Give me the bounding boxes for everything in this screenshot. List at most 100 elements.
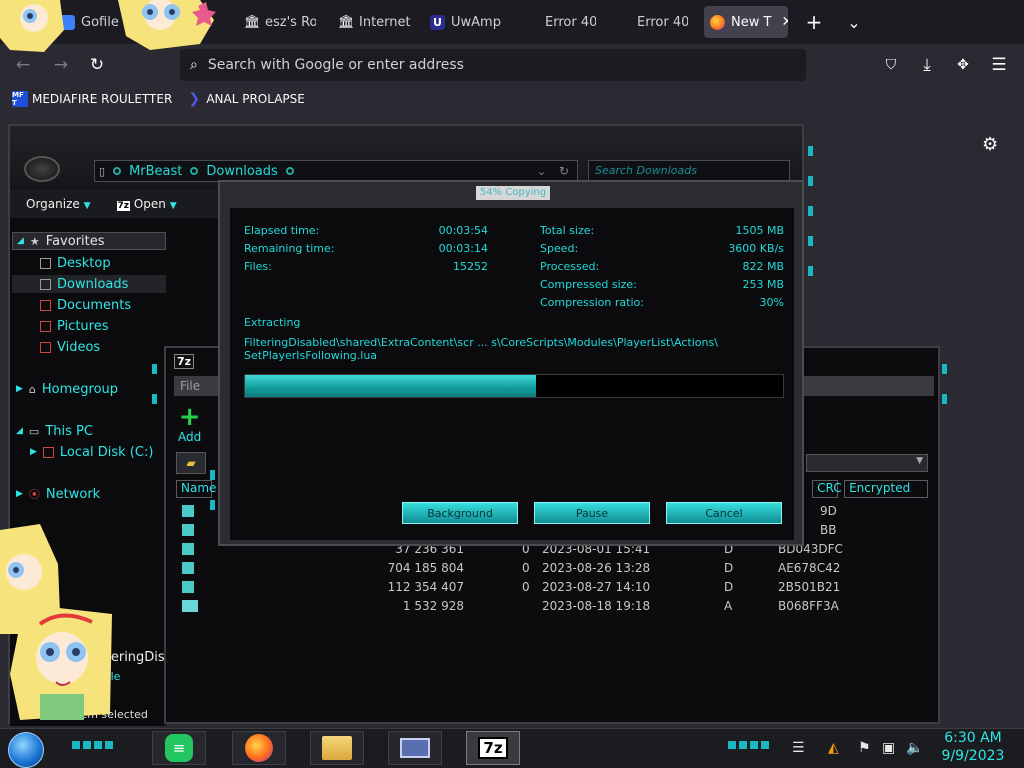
customize-gear-icon[interactable]: ⚙ (982, 134, 998, 155)
nav-videos[interactable]: Videos (40, 338, 100, 356)
firefox-icon (245, 734, 273, 762)
explorer-address-bar[interactable]: ▯ MrBeast Downloads ⌄ ↻ (94, 160, 578, 182)
explorer-search-box[interactable]: Search Downloads (588, 160, 790, 182)
new-tab-button[interactable]: + (800, 8, 828, 36)
table-row[interactable]: 112 354 407 0 2023-08-27 14:10 D 2B501B21 (178, 578, 918, 597)
cancel-button[interactable]: Cancel (666, 502, 782, 524)
compressed-size-value: 253 MB (742, 278, 784, 291)
file-explorer-icon (322, 736, 352, 760)
elapsed-label: Elapsed time: (244, 224, 320, 237)
file-icon (182, 600, 198, 612)
elapsed-row: Elapsed time: 00:03:54 (244, 224, 488, 238)
frame-accent (210, 470, 215, 480)
attr-cell: D (724, 580, 734, 594)
close-tab-icon[interactable]: ✕ (781, 14, 788, 30)
column-name[interactable]: Name (176, 480, 216, 498)
nav-downloads[interactable]: Downloads (12, 275, 166, 293)
system-clock[interactable]: 6:30 AM 9/9/2023 (938, 729, 1008, 765)
back-button[interactable]: ← (10, 53, 36, 77)
open-button[interactable]: 7z Open ▼ (116, 197, 177, 211)
pocket-button[interactable]: ⛉ (878, 53, 904, 77)
extensions-button[interactable]: ✥ (950, 53, 976, 77)
nav-favorites[interactable]: ◢ ★ Favorites (12, 232, 166, 250)
microsoft-icon (616, 15, 631, 30)
nav-network[interactable]: ▶ ⦿ Network (16, 485, 100, 503)
tab-internet-archive[interactable]: 🏛 Internet A (338, 6, 412, 38)
add-button[interactable]: + Add (178, 404, 201, 444)
tab-esz-roblox[interactable]: 🏛 esz's Robl (244, 6, 316, 38)
path-folder-icon[interactable]: ▰ (176, 452, 206, 474)
crc-cell: AE678C42 (778, 561, 841, 575)
menu-button[interactable]: ☰ (986, 53, 1012, 77)
nav-label: Pictures (57, 318, 109, 334)
taskbar-notes-app[interactable]: ≡ (152, 731, 206, 765)
date-cell: 2023-08-27 14:10 (542, 580, 651, 594)
taskbar-firefox[interactable] (232, 731, 286, 765)
nav-label: This PC (45, 423, 93, 439)
compression-ratio-value: 30% (759, 296, 784, 309)
column-crc[interactable]: CRC (812, 480, 842, 498)
start-button[interactable] (8, 732, 44, 768)
attr-cell: D (724, 561, 734, 575)
computer-icon: ▭ (28, 424, 40, 438)
crc-cell: 2B501B21 (778, 580, 841, 594)
clock-time: 6:30 AM (944, 730, 1002, 746)
bookmark-anal-prolapse[interactable]: ❯ ANAL PROLAPSE (186, 91, 304, 107)
reload-button[interactable]: ↻ (84, 53, 110, 77)
drive-icon (42, 446, 54, 458)
table-row[interactable]: 704 185 804 0 2023-08-26 13:28 D AE678C42 (178, 559, 918, 578)
column-encrypted[interactable]: Encrypted (844, 480, 928, 498)
table-row[interactable]: 1 532 928 2023-08-18 19:18 A B068FF3A (178, 597, 918, 616)
nav-this-pc[interactable]: ◢ ▭ This PC (16, 422, 93, 440)
downloads-button[interactable]: ⤓ (914, 53, 940, 77)
nav-homegroup[interactable]: ▶ ⌂ Homegroup (16, 380, 118, 398)
separator-dot-icon (285, 167, 294, 175)
size-cell: 112 354 407 (387, 580, 464, 594)
menu-file[interactable]: File (180, 379, 200, 393)
nav-label: Videos (57, 339, 101, 355)
hamburger-menu-icon: ☰ (991, 55, 1007, 75)
pause-button[interactable]: Pause (534, 502, 650, 524)
chevron-down-icon: ▼ (169, 201, 177, 211)
taskbar-7zip[interactable]: 7z (466, 731, 520, 765)
path-dropdown[interactable]: ▼ (806, 454, 928, 472)
crc-cell: 9D (820, 504, 837, 518)
nav-desktop[interactable]: Desktop (40, 254, 111, 272)
nav-documents[interactable]: Documents (40, 296, 131, 314)
total-size-value: 1505 MB (735, 224, 784, 237)
remaining-row: Remaining time: 00:03:14 (244, 242, 488, 256)
forward-button[interactable]: → (48, 53, 74, 77)
tab-error-404-a[interactable]: Error 404 (524, 6, 596, 38)
taskbar-control-panel[interactable] (388, 731, 442, 765)
tray-app-icon[interactable]: ◭ (828, 740, 839, 756)
organize-button[interactable]: Organize ▼ (26, 197, 91, 211)
tab-uwamp[interactable]: U UwAmp V (430, 6, 504, 38)
action-center-flag-icon[interactable]: ⚑ (858, 740, 871, 756)
remaining-value: 00:03:14 (438, 242, 488, 255)
crc-cell: B068FF3A (778, 599, 839, 613)
breadcrumb-mrbeast[interactable]: MrBeast (129, 164, 182, 179)
videos-icon (40, 341, 51, 353)
speed-row: Speed: 3600 KB/s (540, 242, 784, 256)
refresh-icon[interactable]: ↻ (559, 164, 569, 178)
url-input[interactable] (207, 57, 768, 73)
chevron-down-icon[interactable]: ⌄ (537, 165, 546, 178)
tab-error-404-b[interactable]: Error 404 (616, 6, 688, 38)
nav-local-disk[interactable]: ▶ Local Disk (C:) (30, 443, 153, 461)
bookmark-mediafire-rouletter[interactable]: MF T MEDIAFIRE ROULETTER (12, 91, 172, 107)
chevron-down-icon: ▼ (916, 456, 923, 466)
taskbar-file-explorer[interactable] (310, 731, 364, 765)
network-status-icon[interactable]: ▣ (882, 740, 895, 756)
network-icon: ⦿ (28, 488, 40, 501)
tab-new-tab[interactable]: New T ✕ (704, 6, 788, 38)
back-orb-icon[interactable] (24, 156, 60, 182)
list-all-tabs-button[interactable]: ⌄ (840, 8, 868, 36)
background-button[interactable]: Background (402, 502, 518, 524)
frame-accent (808, 236, 813, 246)
breadcrumb-downloads[interactable]: Downloads (206, 164, 277, 179)
volume-icon[interactable]: 🔈 (906, 740, 923, 756)
nav-pictures[interactable]: Pictures (40, 317, 108, 335)
show-hidden-icons-icon[interactable]: ☰ (792, 740, 805, 756)
arrow-right-icon: → (53, 55, 69, 75)
url-bar[interactable]: ⌕ (180, 49, 806, 81)
